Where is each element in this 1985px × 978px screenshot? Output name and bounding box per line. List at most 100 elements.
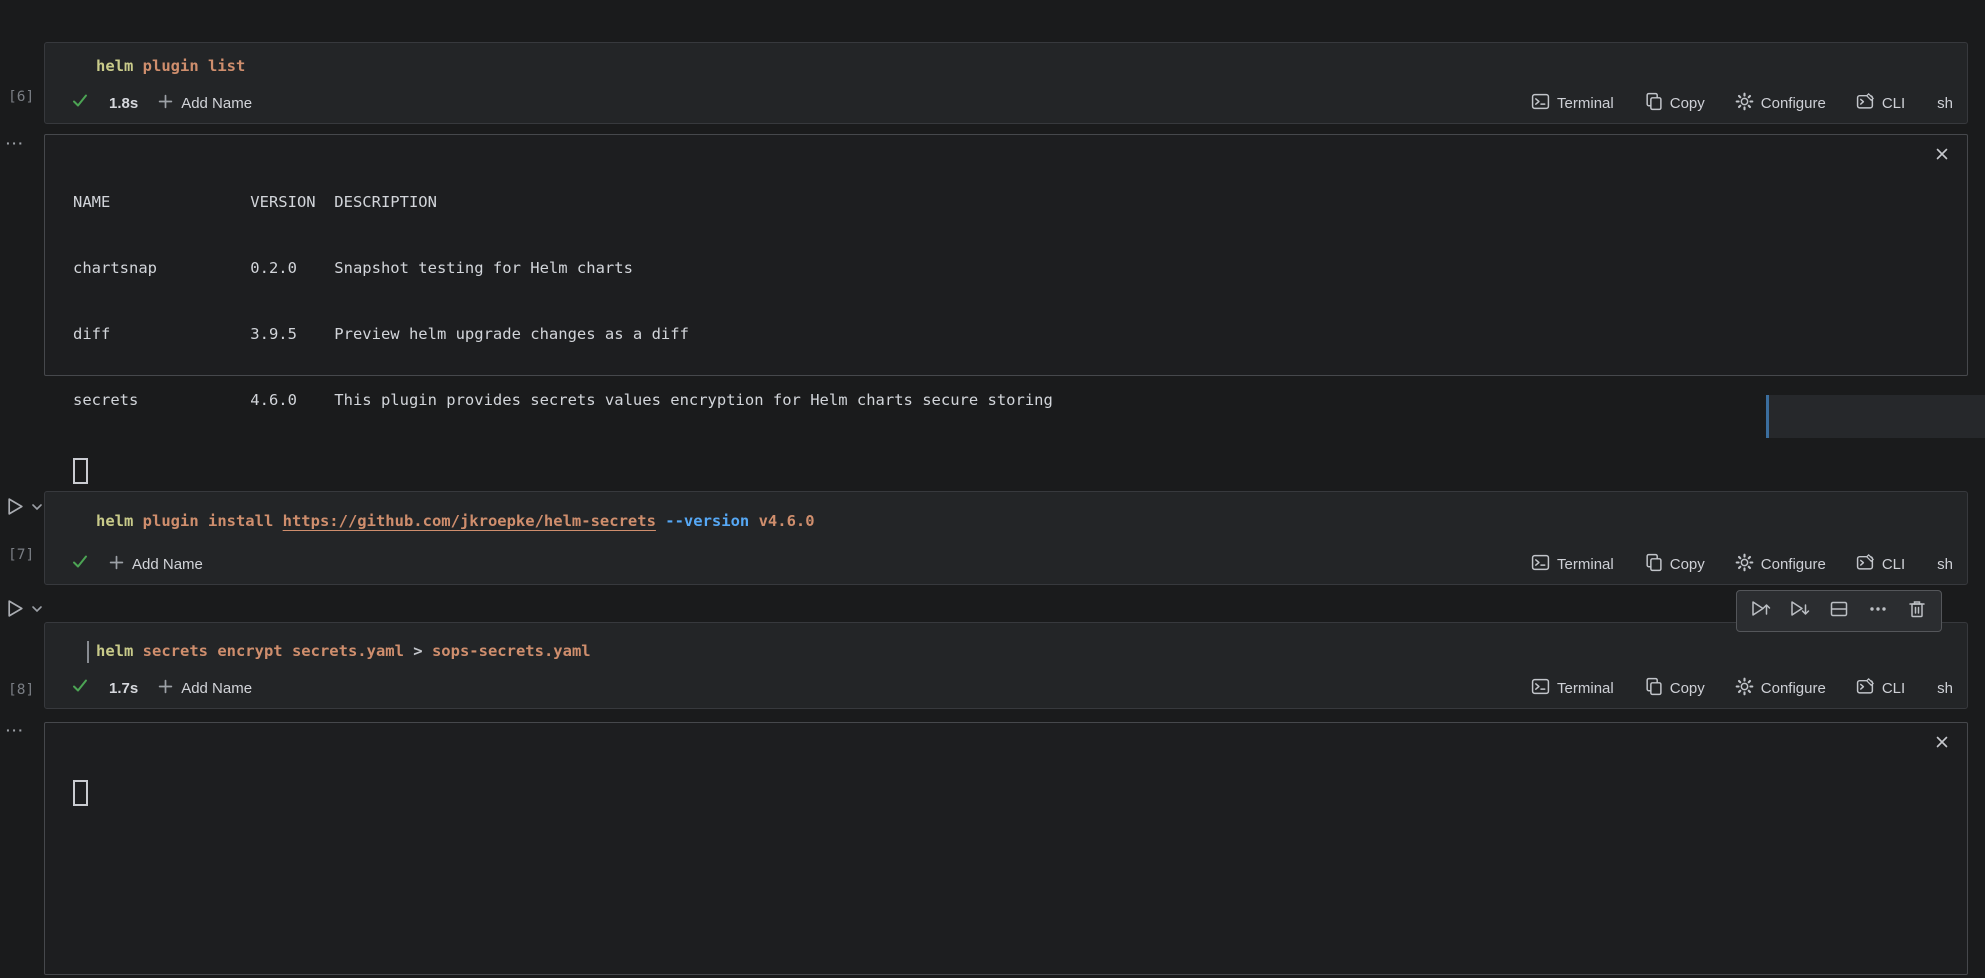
copy-icon	[1644, 677, 1663, 700]
cli-icon	[1856, 92, 1875, 115]
split-cell-icon	[1829, 599, 1849, 624]
copy-label: Copy	[1670, 95, 1705, 112]
status-left: Add Name	[71, 553, 203, 575]
cell-index-8: [8]	[8, 682, 34, 698]
delete-cell-icon	[1907, 599, 1927, 624]
command-cell-8[interactable]: helm secrets encrypt secrets.yaml > sops…	[44, 622, 1968, 709]
split-cell-button[interactable]	[1825, 597, 1853, 625]
cell-index-7: [7]	[8, 547, 34, 563]
gear-icon	[1735, 92, 1754, 115]
copy-button[interactable]: Copy	[1644, 92, 1705, 115]
run-cell-8-button[interactable]	[5, 598, 51, 624]
cell-actions: Terminal Copy Configure CLI sh	[1531, 92, 1953, 115]
cli-label: CLI	[1882, 680, 1905, 697]
run-cells-above-icon	[1750, 598, 1771, 624]
execution-duration: 1.7s	[109, 680, 138, 697]
copy-button[interactable]: Copy	[1644, 677, 1705, 700]
terminal-label: Terminal	[1557, 95, 1614, 112]
cli-button[interactable]: CLI	[1856, 553, 1905, 576]
command-token: sops-secrets.yaml	[423, 642, 591, 660]
run-triangle-icon[interactable]	[5, 496, 26, 522]
plus-icon	[109, 555, 124, 574]
configure-label: Configure	[1761, 95, 1826, 112]
command-text[interactable]: helm secrets encrypt secrets.yaml > sops…	[96, 642, 591, 660]
more-options-button[interactable]	[1864, 597, 1892, 625]
terminal-label: Terminal	[1557, 680, 1614, 697]
output-line: diff 3.9.5 Preview helm upgrade changes …	[73, 323, 1053, 345]
cell-status-row: Add Name Terminal Copy Configure	[71, 551, 1953, 577]
command-token: plugin install	[133, 512, 282, 530]
terminal-output-text: NAME VERSION DESCRIPTION chartsnap 0.2.0…	[73, 147, 1053, 528]
cli-button[interactable]: CLI	[1856, 92, 1905, 115]
close-output-button[interactable]	[1930, 732, 1954, 756]
chevron-down-icon[interactable]	[31, 602, 43, 620]
execution-duration: 1.8s	[109, 95, 138, 112]
configure-label: Configure	[1761, 680, 1826, 697]
copy-icon	[1644, 553, 1663, 576]
shell-language-badge[interactable]: sh	[1937, 95, 1953, 112]
terminal-cursor	[73, 458, 88, 484]
run-triangle-icon[interactable]	[5, 598, 26, 624]
cli-icon	[1856, 677, 1875, 700]
configure-button[interactable]: Configure	[1735, 92, 1826, 115]
gear-icon	[1735, 677, 1754, 700]
command-text[interactable]: helm plugin list	[96, 57, 245, 75]
configure-button[interactable]: Configure	[1735, 553, 1826, 576]
command-cell-7[interactable]: helm plugin install https://github.com/j…	[44, 491, 1968, 585]
terminal-icon	[1531, 677, 1550, 700]
text-caret	[87, 641, 89, 663]
shell-language-badge[interactable]: sh	[1937, 680, 1953, 697]
plus-icon	[158, 94, 173, 113]
terminal-button[interactable]: Terminal	[1531, 553, 1614, 576]
cell-index-6: [6]	[8, 89, 34, 105]
more-options-icon	[1868, 599, 1888, 624]
command-token: helm	[96, 57, 133, 75]
copy-button[interactable]: Copy	[1644, 553, 1705, 576]
output-line: NAME VERSION DESCRIPTION	[73, 191, 1053, 213]
success-check-icon	[71, 92, 89, 114]
status-left: 1.8s Add Name	[71, 92, 252, 114]
terminal-cursor	[73, 780, 88, 806]
copy-label: Copy	[1670, 556, 1705, 573]
command-output-panel-6[interactable]: NAME VERSION DESCRIPTION chartsnap 0.2.0…	[44, 134, 1968, 376]
configure-label: Configure	[1761, 556, 1826, 573]
terminal-button[interactable]: Terminal	[1531, 677, 1614, 700]
success-check-icon	[71, 677, 89, 699]
command-cell-6[interactable]: helm plugin list 1.8s Add Name Terminal	[44, 42, 1968, 124]
command-token: --version	[665, 512, 749, 530]
terminal-output-text	[73, 735, 110, 850]
cell-status-row: 1.8s Add Name Terminal Copy	[71, 90, 1953, 116]
command-token: plugin list	[133, 57, 245, 75]
delete-cell-button[interactable]	[1903, 597, 1931, 625]
shell-language-badge[interactable]: sh	[1937, 556, 1953, 573]
gear-icon	[1735, 553, 1754, 576]
run-cells-below-button[interactable]	[1786, 597, 1814, 625]
cell-status-row: 1.7s Add Name Terminal Copy	[71, 675, 1953, 701]
hovered-panel-highlight	[1766, 395, 1985, 438]
close-icon	[1934, 734, 1950, 755]
command-link[interactable]: https://github.com/jkroepke/helm-secrets	[283, 512, 656, 530]
cell-hover-toolbar	[1736, 590, 1942, 632]
status-left: 1.7s Add Name	[71, 677, 252, 699]
command-output-panel-8[interactable]	[44, 722, 1968, 975]
output-fold-ellipsis[interactable]: ···	[6, 135, 25, 151]
command-token: secrets encrypt secrets.yaml	[133, 642, 413, 660]
plus-icon	[158, 679, 173, 698]
command-token: helm	[96, 512, 133, 530]
cell-actions: Terminal Copy Configure CLI sh	[1531, 677, 1953, 700]
terminal-button[interactable]: Terminal	[1531, 92, 1614, 115]
add-name-button[interactable]: Add Name	[109, 555, 203, 574]
configure-button[interactable]: Configure	[1735, 677, 1826, 700]
run-cells-above-button[interactable]	[1747, 597, 1775, 625]
cli-button[interactable]: CLI	[1856, 677, 1905, 700]
command-token	[656, 512, 665, 530]
chevron-down-icon[interactable]	[31, 500, 43, 518]
output-fold-ellipsis[interactable]: ···	[6, 722, 25, 738]
add-name-label: Add Name	[181, 680, 252, 697]
success-check-icon	[71, 553, 89, 575]
add-name-button[interactable]: Add Name	[158, 94, 252, 113]
command-text[interactable]: helm plugin install https://github.com/j…	[96, 512, 815, 530]
add-name-button[interactable]: Add Name	[158, 679, 252, 698]
add-name-label: Add Name	[132, 556, 203, 573]
close-output-button[interactable]	[1930, 144, 1954, 168]
